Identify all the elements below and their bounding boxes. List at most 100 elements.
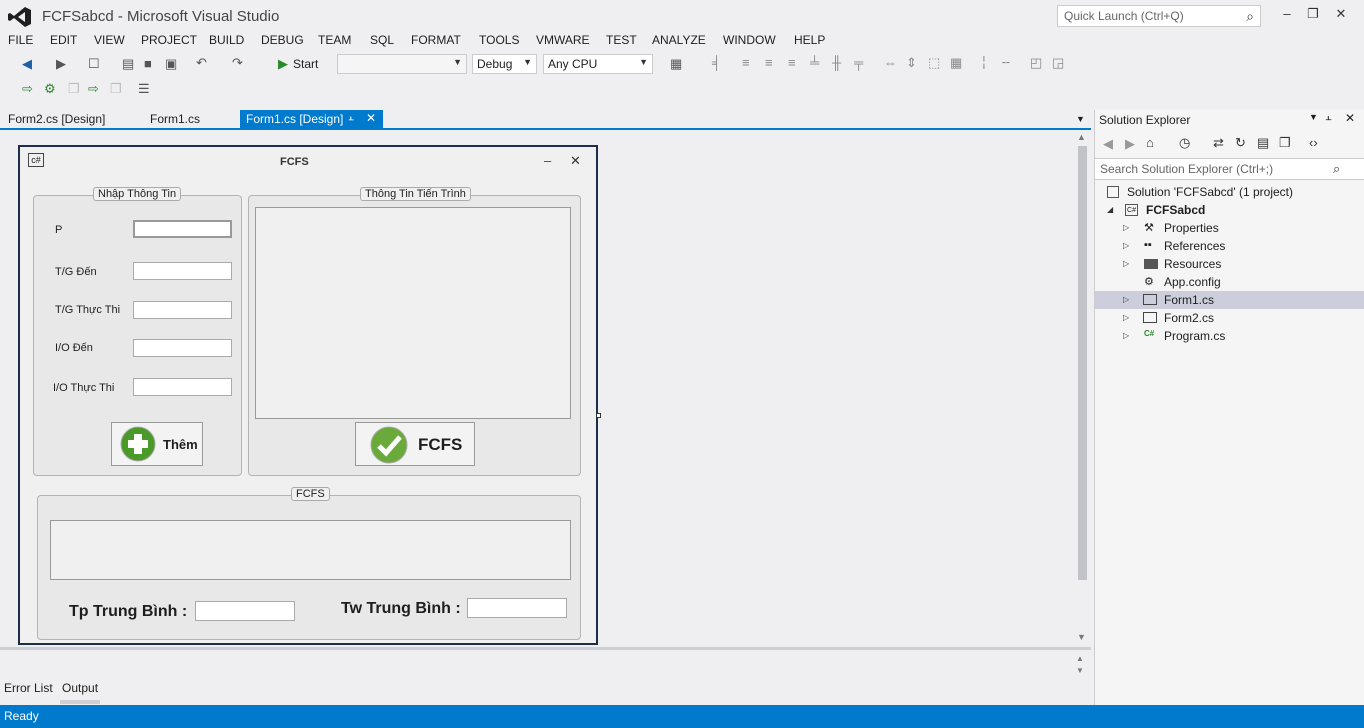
solution-configuration-dropdown[interactable]: Debug ▼ (472, 54, 537, 74)
size-to-grid-icon[interactable]: ▦ (950, 55, 962, 71)
dropdown-icon[interactable]: ▼ (1309, 112, 1318, 122)
menu-view[interactable]: VIEW (94, 33, 125, 47)
bring-to-front-icon[interactable]: ◰ (1030, 55, 1042, 71)
save-all-icon[interactable]: ▣ (165, 56, 177, 72)
back-icon[interactable]: ◀ (1103, 136, 1113, 152)
make-same-size-icon[interactable]: ⬚ (928, 55, 940, 71)
collapsed-icon[interactable]: ▷ (1123, 331, 1129, 340)
execution-time-input[interactable] (133, 301, 232, 319)
send-to-back-icon[interactable]: ◲ (1052, 55, 1064, 71)
menu-vmware[interactable]: VMWARE (536, 33, 590, 47)
menu-sql[interactable]: SQL (370, 33, 394, 47)
tw-average-output[interactable] (467, 598, 567, 618)
menu-help[interactable]: HELP (794, 33, 825, 47)
properties-tool-icon[interactable]: ☰ (138, 81, 150, 97)
menu-test[interactable]: TEST (606, 33, 637, 47)
collapsed-icon[interactable]: ▷ (1123, 241, 1129, 250)
add-button[interactable]: Thêm (111, 422, 203, 466)
expanded-icon[interactable]: ◢ (1107, 205, 1113, 214)
menu-project[interactable]: PROJECT (141, 33, 197, 47)
minimize-button[interactable]: – (1276, 6, 1298, 24)
arrival-time-input[interactable] (133, 262, 232, 280)
process-listbox[interactable] (255, 207, 571, 419)
tree-project[interactable]: ◢ C# FCFSabcd (1095, 201, 1364, 219)
undo-icon[interactable]: ↶ (196, 55, 207, 71)
form-minimize-icon[interactable]: – (544, 153, 551, 168)
tree-item-properties[interactable]: ▷ ⚒ Properties (1095, 219, 1364, 237)
io-execution-input[interactable] (133, 378, 232, 396)
scroll-up-icon[interactable]: ▲ (1077, 132, 1086, 142)
tray-scroll-up-icon[interactable]: ▲ (1076, 654, 1084, 663)
attach-process-icon[interactable]: ⚙ (44, 81, 56, 97)
horizontal-spacing-icon[interactable]: ╎ (980, 55, 988, 71)
tab-form2-design[interactable]: Form2.cs [Design] (2, 110, 111, 129)
pending-changes-icon[interactable]: ◷ (1179, 135, 1190, 151)
menu-file[interactable]: FILE (8, 33, 33, 47)
menu-window[interactable]: WINDOW (723, 33, 776, 47)
start-icon[interactable]: ▶ (278, 56, 288, 72)
back-icon[interactable]: ◀ (22, 56, 32, 72)
tp-average-output[interactable] (195, 601, 295, 621)
align-grid-icon[interactable]: ╡ (712, 55, 721, 70)
close-tab-icon[interactable]: ✕ (366, 111, 376, 125)
resize-handle[interactable] (596, 413, 601, 418)
home-icon[interactable]: ⌂ (1146, 135, 1154, 150)
pin-icon[interactable]: ⫠ (348, 112, 354, 123)
menu-edit[interactable]: EDIT (50, 33, 77, 47)
refresh-icon[interactable]: ↻ (1235, 135, 1246, 151)
collapsed-icon[interactable]: ▷ (1123, 259, 1129, 268)
redo-icon[interactable]: ↷ (232, 55, 243, 71)
scroll-down-icon[interactable]: ▼ (1077, 632, 1086, 642)
debug-target-dropdown[interactable]: ▼ (337, 54, 467, 74)
save-icon[interactable]: ■ (144, 56, 152, 71)
solution-platform-dropdown[interactable]: Any CPU ▼ (543, 54, 653, 74)
vertical-spacing-icon[interactable]: ╌ (1002, 55, 1010, 71)
pin-icon[interactable]: ⫠ (1325, 111, 1332, 124)
menu-build[interactable]: BUILD (209, 33, 244, 47)
view-code-icon[interactable]: ‹› (1309, 135, 1318, 150)
scrollbar-thumb[interactable] (1078, 146, 1087, 580)
run-to-cursor-icon[interactable]: ⇨ (88, 81, 99, 97)
tree-item-program[interactable]: ▷ C# Program.cs (1095, 327, 1364, 345)
forward-icon[interactable]: ▶ (56, 56, 66, 72)
form-window[interactable]: c# FCFS – ✕ Nhập Thông Tin P T/G Đến T/G… (18, 145, 598, 645)
find-icon[interactable]: ▦ (670, 56, 682, 72)
collapsed-icon[interactable]: ▷ (1123, 313, 1129, 322)
align-tops-icon[interactable]: ╧ (810, 55, 819, 70)
align-lefts-icon[interactable]: ≡ (742, 55, 750, 70)
paste-icon[interactable]: ❐ (110, 81, 122, 97)
tab-overflow-icon[interactable]: ▼ (1076, 114, 1085, 124)
form-close-icon[interactable]: ✕ (570, 153, 581, 169)
forward-icon[interactable]: ▶ (1125, 136, 1135, 152)
tree-item-app-config[interactable]: ⚙ App.config (1095, 273, 1364, 291)
tree-item-resources[interactable]: ▷ Resources (1095, 255, 1364, 273)
tree-item-references[interactable]: ▷ ▪▪ References (1095, 237, 1364, 255)
show-all-files-icon[interactable]: ❐ (1279, 135, 1291, 151)
restore-button[interactable]: ❐ (1302, 6, 1324, 24)
collapsed-icon[interactable]: ▷ (1123, 223, 1129, 232)
designer-vertical-scrollbar[interactable]: ▲ ▼ (1074, 130, 1091, 647)
open-file-icon[interactable]: ▤ (122, 56, 134, 72)
tree-item-form2[interactable]: ▷ Form2.cs (1095, 309, 1364, 327)
quick-launch-input[interactable]: Quick Launch (Ctrl+Q) ⌕ (1057, 5, 1261, 27)
tab-output[interactable]: Output (62, 681, 98, 695)
new-project-icon[interactable]: ☐ (88, 56, 100, 72)
align-centers-icon[interactable]: ≡ (765, 55, 773, 70)
close-panel-icon[interactable]: ✕ (1345, 111, 1355, 125)
tab-error-list[interactable]: Error List (4, 681, 53, 695)
fcfs-button[interactable]: FCFS (355, 422, 475, 466)
solution-search-input[interactable]: Search Solution Explorer (Ctrl+;) ⌕ (1095, 158, 1364, 180)
collapse-all-icon[interactable]: ▤ (1257, 135, 1269, 151)
menu-team[interactable]: TEAM (318, 33, 351, 47)
start-button[interactable]: Start (293, 57, 318, 71)
tab-form1-cs[interactable]: Form1.cs (144, 110, 206, 129)
menu-analyze[interactable]: ANALYZE (652, 33, 706, 47)
io-arrival-input[interactable] (133, 339, 232, 357)
align-bottoms-icon[interactable]: ╤ (854, 55, 863, 70)
copy-icon[interactable]: ❐ (68, 81, 80, 97)
make-same-width-icon[interactable]: ⇔ (884, 55, 897, 70)
step-into-icon[interactable]: ⇨ (22, 81, 33, 97)
menu-tools[interactable]: TOOLS (479, 33, 519, 47)
align-middles-icon[interactable]: ╫ (832, 55, 841, 70)
align-rights-icon[interactable]: ≡ (788, 55, 796, 70)
